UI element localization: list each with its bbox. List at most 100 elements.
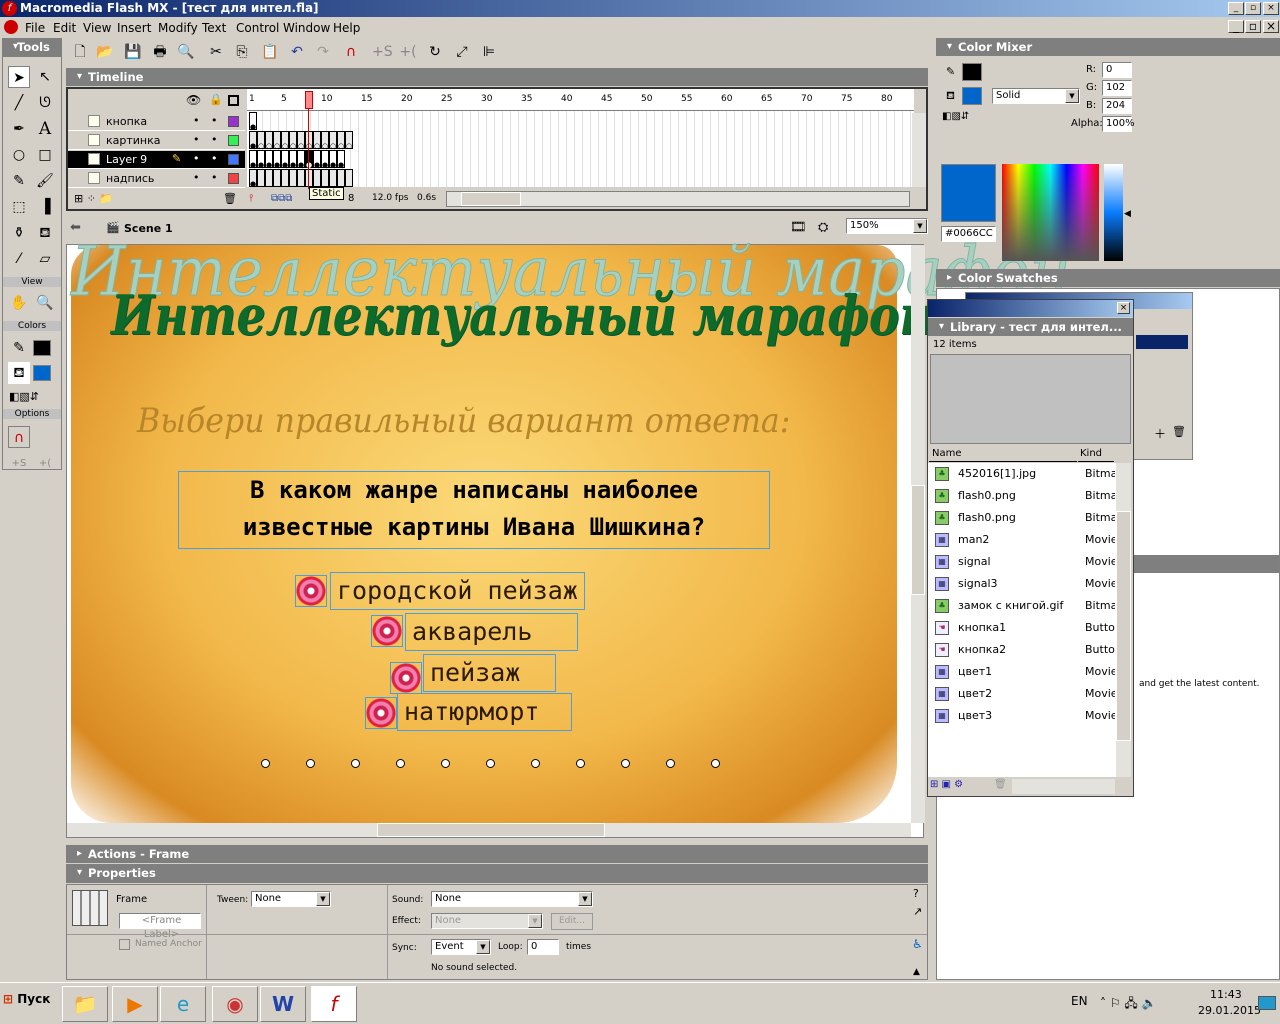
onion-skin-icons[interactable]: ⧉⧉⧉ — [271, 193, 292, 204]
layer-outline-color[interactable] — [228, 116, 239, 127]
r-input[interactable]: 0 — [1102, 62, 1132, 78]
snap-magnet-icon[interactable]: ∩ — [342, 43, 360, 61]
fill-transform-tool-icon[interactable]: ▐ — [34, 196, 56, 218]
library-item[interactable]: ▦ man2 Movie — [928, 529, 1115, 551]
visibility-dot[interactable]: • — [193, 171, 200, 184]
frame-cell[interactable] — [289, 169, 297, 187]
frame-cell[interactable]: ○ — [297, 131, 305, 150]
eye-icon[interactable]: 👁 — [186, 93, 201, 107]
playhead[interactable] — [305, 91, 313, 109]
frame-cell[interactable]: ● — [249, 131, 257, 150]
library-item[interactable]: ▦ signal3 Movie — [928, 573, 1115, 595]
layer-row[interactable]: Layer 9 ✎ • • — [68, 151, 245, 169]
insert-layer-icons[interactable]: ⊞ ⁘ 📁 — [74, 192, 113, 205]
library-item[interactable]: ☚ кнопка1 Button — [928, 617, 1115, 639]
menu-modify[interactable]: Modify — [158, 21, 198, 35]
frame-cell[interactable]: ○ — [337, 131, 345, 150]
frame-cell[interactable]: ○ — [329, 131, 337, 150]
frame-cell[interactable]: ● — [257, 150, 265, 169]
show-desktop-icon[interactable] — [1258, 996, 1276, 1010]
visibility-dot[interactable]: • — [193, 152, 200, 165]
zoom-select[interactable]: 150% ▼ — [846, 218, 928, 234]
b-input[interactable]: 204 — [1102, 98, 1132, 114]
frame-cell[interactable]: ● — [249, 112, 257, 131]
clock-time[interactable]: 11:43 — [1210, 988, 1242, 1001]
stage-horizontal-scrollbar[interactable] — [67, 823, 911, 837]
language-indicator[interactable]: EN — [1071, 994, 1088, 1008]
handle-dot[interactable] — [306, 759, 315, 768]
frame-cell[interactable]: ● — [305, 150, 313, 169]
alpha-input[interactable]: 100% — [1102, 116, 1135, 132]
library-bottom-icons[interactable]: ⊞ ▣ ⚙ — [930, 779, 963, 790]
line-tool-icon[interactable]: ╱ — [8, 92, 30, 114]
handle-dot[interactable] — [576, 759, 585, 768]
flash-taskbar-icon[interactable]: f — [311, 986, 357, 1022]
media-player-taskbar-icon[interactable]: ▶ — [112, 986, 158, 1022]
frame-cell[interactable]: ● — [297, 150, 305, 169]
hand-tool-icon[interactable]: ✋ — [8, 292, 30, 314]
mixer-fill-swatch[interactable] — [962, 87, 982, 105]
library-item[interactable]: ▦ цвет2 Movie — [928, 683, 1115, 705]
menu-file[interactable]: File — [25, 21, 45, 35]
doc-minimize-button[interactable]: _ — [1228, 20, 1244, 33]
timeline-vertical-scrollbar[interactable] — [912, 113, 926, 187]
menu-edit[interactable]: Edit — [53, 21, 76, 35]
answer-1[interactable]: городской пейзаж — [330, 572, 585, 610]
edit-in-place-icon[interactable]: ↗ — [913, 905, 922, 918]
chrome-taskbar-icon[interactable]: ◉ — [212, 986, 258, 1022]
print-preview-icon[interactable]: 🔍 — [177, 43, 195, 61]
column-name[interactable]: Name — [929, 448, 1077, 462]
explorer-taskbar-icon[interactable]: 📁 — [62, 986, 108, 1022]
fill-type-select[interactable]: Solid ▼ — [992, 88, 1080, 104]
stage-vertical-scrollbar[interactable] — [911, 245, 925, 823]
frame-cell[interactable] — [273, 169, 281, 187]
library-item[interactable]: ♣ flash0.png Bitmap — [928, 507, 1115, 529]
lasso-tool-icon[interactable]: ᘎ — [34, 92, 56, 114]
answer-button-3[interactable] — [390, 662, 422, 694]
mixer-stroke-swatch[interactable] — [962, 63, 982, 81]
frame-grid[interactable]: ● ● ○ ○ ○ ○ ○ ○ ○ ○ ○ ○ ○ ○ ● ● ● ● ● ● ● ● ● ● ● ● ● — [247, 111, 914, 188]
tray-icons[interactable]: ˄ ⚐ 🖧 🔈 — [1100, 994, 1157, 1015]
frame-cell[interactable]: ● — [329, 150, 337, 169]
answer-button-2[interactable] — [371, 615, 403, 647]
library-delete-icon[interactable]: 🗑 — [994, 779, 1007, 790]
handle-dot[interactable] — [531, 759, 540, 768]
frame-cell[interactable]: ○ — [265, 131, 273, 150]
menu-view[interactable]: View — [83, 21, 111, 35]
minimize-button[interactable]: _ — [1228, 2, 1244, 15]
straighten-option-icon[interactable]: +( — [34, 453, 56, 475]
stage-area[interactable]: Интеллектуальный марафон Интеллектуальны… — [66, 233, 1071, 838]
free-transform-tool-icon[interactable]: ⬚ — [8, 196, 30, 218]
frame-cell[interactable] — [313, 169, 321, 187]
delete-layer-icon[interactable]: 🗑 — [223, 192, 237, 205]
frame-cell[interactable] — [321, 169, 329, 187]
hex-input[interactable]: #0066CC — [941, 226, 996, 242]
layer-row[interactable]: картинка • • — [68, 132, 245, 150]
align-icon[interactable]: ⊫ — [480, 43, 498, 61]
sound-select[interactable]: None ▼ — [431, 891, 593, 907]
eyedropper-tool-icon[interactable]: ⁄ — [8, 248, 30, 270]
frame-cell[interactable]: ● — [337, 150, 345, 169]
frame-cell[interactable]: ● — [249, 169, 257, 188]
color-spectrum[interactable] — [1002, 164, 1099, 261]
eraser-tool-icon[interactable]: ▱ — [34, 248, 56, 270]
sync-select[interactable]: Event ▼ — [431, 939, 491, 955]
layer-outline-color[interactable] — [228, 135, 239, 146]
frame-cell[interactable] — [329, 169, 337, 187]
answer-2[interactable]: акварель — [405, 613, 578, 651]
layer-outline-color[interactable] — [228, 154, 239, 165]
library-vertical-scrollbar[interactable] — [1116, 463, 1131, 777]
timeline-ruler[interactable]: 1 5 10 15 20 25 30 35 40 45 50 55 60 65 70 75 80 — [247, 89, 914, 111]
library-item[interactable]: ▦ цвет3 Movie — [928, 705, 1115, 727]
frame-cell[interactable]: ○ — [305, 131, 313, 150]
frame-cell[interactable]: ● — [249, 150, 257, 169]
lock-icon[interactable]: 🔒 — [209, 93, 223, 106]
handle-dot[interactable] — [441, 759, 450, 768]
zoom-tool-icon[interactable]: 🔍 — [34, 292, 56, 314]
answer-button-4[interactable] — [365, 697, 397, 729]
outline-icon[interactable] — [228, 95, 239, 106]
edit-button[interactable]: Edit... — [551, 913, 593, 930]
frame-label-input[interactable]: <Frame Label> — [119, 913, 201, 940]
frame-cell[interactable] — [305, 169, 313, 187]
frame-cell[interactable]: ○ — [345, 131, 353, 150]
